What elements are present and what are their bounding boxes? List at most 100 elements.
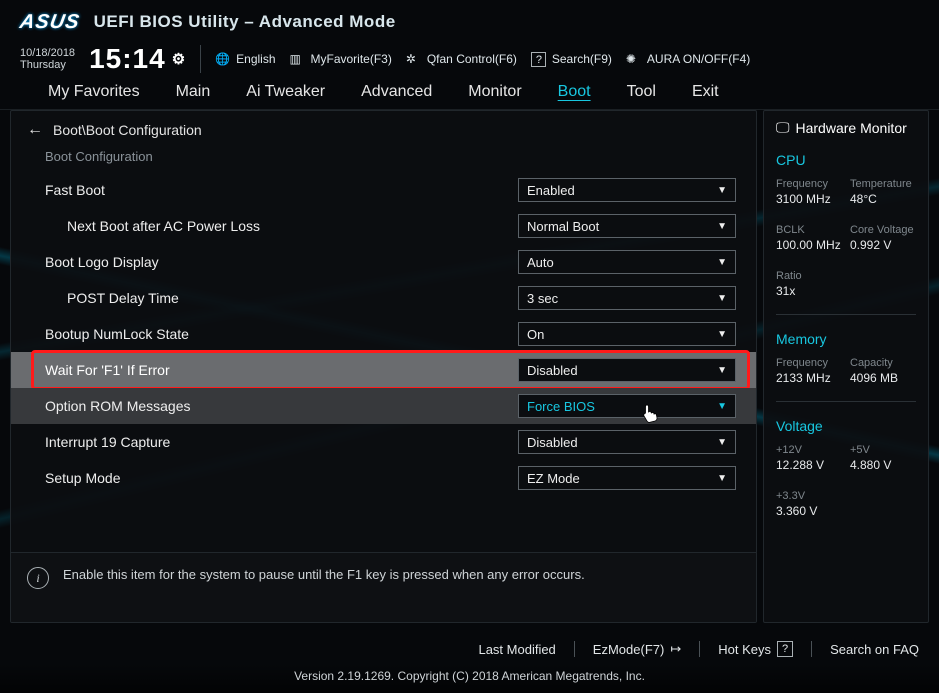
chevron-down-icon: ▼ <box>717 437 727 448</box>
hotkeys-label: Hot Keys <box>718 642 771 657</box>
help-bar: i Enable this item for the system to pau… <box>11 552 756 622</box>
setting-row[interactable]: POST Delay Time3 sec▼ <box>11 280 756 316</box>
gear-icon[interactable]: ⚙ <box>172 50 186 68</box>
last-modified-label: Last Modified <box>478 642 555 657</box>
setting-value: Disabled <box>527 363 578 378</box>
setting-value: Enabled <box>527 183 575 198</box>
divider <box>776 314 916 315</box>
hw-monitor-title: Hardware Monitor <box>796 120 907 136</box>
setting-value: Disabled <box>527 435 578 450</box>
tab-my-favorites[interactable]: My Favorites <box>30 77 158 109</box>
chevron-down-icon: ▼ <box>717 221 727 232</box>
search-faq-label: Search on FAQ <box>830 642 919 657</box>
header: ASUS UEFI BIOS Utility – Advanced Mode 1… <box>0 0 939 80</box>
setting-row[interactable]: Interrupt 19 CaptureDisabled▼ <box>11 424 756 460</box>
setting-row[interactable]: Wait For 'F1' If ErrorDisabled▼ <box>11 352 756 388</box>
day-text: Thursday <box>20 59 75 71</box>
setting-value: Normal Boot <box>527 219 599 234</box>
chevron-down-icon: ▼ <box>717 401 727 412</box>
cpu-bclk-label: BCLK <box>776 224 842 236</box>
chevron-down-icon: ▼ <box>717 329 727 340</box>
setting-row[interactable]: Bootup NumLock StateOn▼ <box>11 316 756 352</box>
divider <box>200 45 201 73</box>
breadcrumb-text: Boot\Boot Configuration <box>53 122 202 138</box>
qfan-button[interactable]: ✲ Qfan Control(F6) <box>406 52 517 67</box>
setting-dropdown[interactable]: Disabled ▼ <box>518 358 736 382</box>
setting-row[interactable]: Fast BootEnabled▼ <box>11 172 756 208</box>
v12-value: 12.288 V <box>776 458 842 472</box>
v33-label: +3.3V <box>776 490 842 502</box>
utility-title: UEFI BIOS Utility – Advanced Mode <box>94 12 396 32</box>
info-icon: i <box>27 567 49 589</box>
tab-monitor[interactable]: Monitor <box>450 77 539 109</box>
search-button[interactable]: ? Search(F9) <box>531 52 612 67</box>
clock: 15:14 ⚙ <box>89 43 186 75</box>
setting-label: Next Boot after AC Power Loss <box>67 218 518 234</box>
cpu-temp-value: 48°C <box>850 192 916 206</box>
back-arrow-icon[interactable]: ← <box>27 121 43 139</box>
cpu-bclk-value: 100.00 MHz <box>776 238 842 252</box>
setting-dropdown[interactable]: Disabled ▼ <box>518 430 736 454</box>
fan-icon: ✲ <box>406 52 421 67</box>
asus-logo: ASUS <box>18 11 82 34</box>
tab-main[interactable]: Main <box>158 77 229 109</box>
footer: Last Modified EzMode(F7) ↦ Hot Keys ? Se… <box>0 631 939 693</box>
setting-row[interactable]: Next Boot after AC Power LossNormal Boot… <box>11 208 756 244</box>
tab-exit[interactable]: Exit <box>674 77 737 109</box>
myfavorite-label: MyFavorite(F3) <box>311 52 392 66</box>
language-button[interactable]: 🌐 English <box>215 52 275 67</box>
hotkeys-button[interactable]: Hot Keys ? <box>718 641 793 657</box>
chevron-down-icon: ▼ <box>717 365 727 376</box>
settings-list: Fast BootEnabled▼Next Boot after AC Powe… <box>11 172 756 552</box>
favorite-icon: ▥ <box>290 52 305 67</box>
cpu-ratio-value: 31x <box>776 284 842 298</box>
ezmode-label: EzMode(F7) <box>593 642 665 657</box>
setting-row[interactable]: Boot Logo Display Auto ▼ <box>11 244 756 280</box>
question-icon: ? <box>531 52 546 67</box>
setting-dropdown[interactable]: Auto ▼ <box>518 250 736 274</box>
question-icon: ? <box>777 641 793 657</box>
divider <box>811 641 812 657</box>
setting-dropdown[interactable]: Force BIOS ▼ <box>518 394 736 418</box>
cpu-heading: CPU <box>776 152 916 168</box>
setting-dropdown[interactable]: EZ Mode▼ <box>518 466 736 490</box>
search-label: Search(F9) <box>552 52 612 66</box>
monitor-icon: 🖵 <box>776 119 790 136</box>
mem-freq-value: 2133 MHz <box>776 371 842 385</box>
section-title: Boot Configuration <box>11 149 756 172</box>
divider <box>574 641 575 657</box>
chevron-down-icon: ▼ <box>717 473 727 484</box>
cpu-temp-label: Temperature <box>850 178 916 190</box>
chevron-down-icon: ▼ <box>717 257 727 268</box>
tab-ai-tweaker[interactable]: Ai Tweaker <box>228 77 343 109</box>
memory-heading: Memory <box>776 331 916 347</box>
search-faq-button[interactable]: Search on FAQ <box>830 641 919 657</box>
time-text: 15:14 <box>89 43 166 75</box>
version-text: Version 2.19.1269. Copyright (C) 2018 Am… <box>0 663 939 693</box>
setting-label: Setup Mode <box>45 470 518 486</box>
myfavorite-button[interactable]: ▥ MyFavorite(F3) <box>290 52 392 67</box>
nav-tabs: My FavoritesMainAi TweakerAdvancedMonito… <box>0 80 939 110</box>
tab-boot[interactable]: Boot <box>540 77 609 109</box>
mem-cap-value: 4096 MB <box>850 371 916 385</box>
setting-row[interactable]: Setup ModeEZ Mode▼ <box>11 460 756 496</box>
cpu-corev-value: 0.992 V <box>850 238 916 252</box>
setting-label: Fast Boot <box>45 182 518 198</box>
setting-value: Auto <box>527 255 554 270</box>
setting-dropdown[interactable]: Normal Boot ▼ <box>518 214 736 238</box>
setting-dropdown[interactable]: On▼ <box>518 322 736 346</box>
setting-dropdown[interactable]: 3 sec▼ <box>518 286 736 310</box>
setting-value: Force BIOS <box>527 399 595 414</box>
voltage-heading: Voltage <box>776 418 916 434</box>
setting-label: Option ROM Messages <box>45 398 518 414</box>
tab-advanced[interactable]: Advanced <box>343 77 450 109</box>
tab-tool[interactable]: Tool <box>609 77 674 109</box>
setting-label: Bootup NumLock State <box>45 326 518 342</box>
setting-row[interactable]: Option ROM Messages Force BIOS ▼ <box>11 388 756 424</box>
aura-button[interactable]: ✺ AURA ON/OFF(F4) <box>626 52 750 67</box>
last-modified-button[interactable]: Last Modified <box>478 641 555 657</box>
setting-dropdown[interactable]: Enabled▼ <box>518 178 736 202</box>
setting-label: Boot Logo Display <box>45 254 518 270</box>
ezmode-button[interactable]: EzMode(F7) ↦ <box>593 641 681 657</box>
aura-label: AURA ON/OFF(F4) <box>647 52 750 66</box>
